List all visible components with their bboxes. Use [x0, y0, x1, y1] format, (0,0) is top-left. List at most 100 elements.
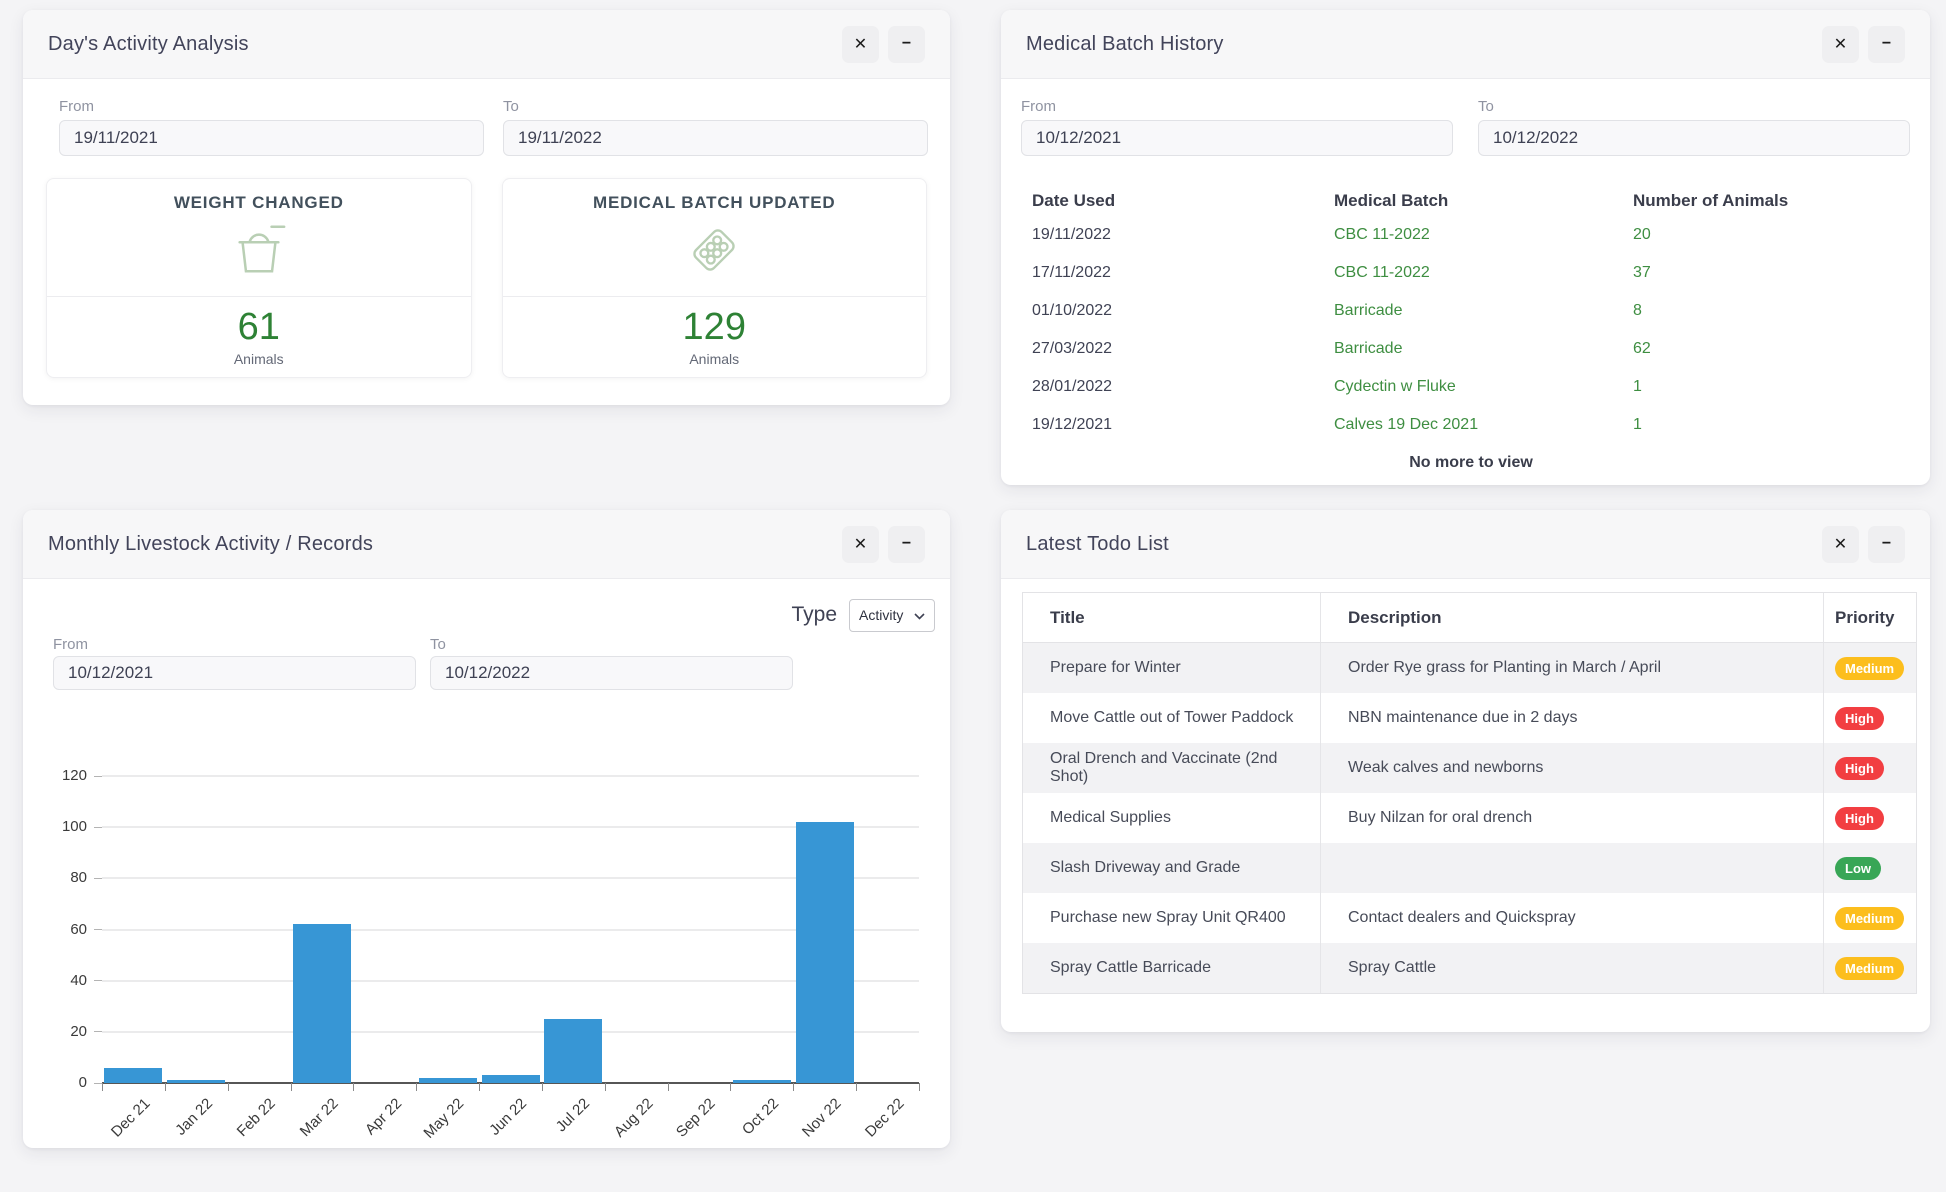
- y-axis-tick: [94, 776, 102, 777]
- panel-title: Monthly Livestock Activity / Records: [48, 533, 842, 556]
- minimize-button[interactable]: −: [1868, 26, 1905, 63]
- medical-batch-updated-count: 129: [683, 307, 746, 349]
- weight-scale-icon: [228, 221, 290, 284]
- batch-name-link[interactable]: CBC 11-2022: [1334, 226, 1633, 244]
- type-select-value: Activity: [859, 607, 903, 623]
- stat-unit-label: Animals: [689, 351, 739, 367]
- close-button[interactable]: ✕: [842, 26, 879, 63]
- todo-description-cell: Spray Cattle: [1321, 943, 1824, 993]
- close-icon: ✕: [1834, 534, 1847, 554]
- batch-history-table: Date Used Medical Batch Number of Animal…: [1021, 186, 1910, 472]
- todo-priority-cell: Medium: [1824, 943, 1916, 993]
- stat-card-title: WEIGHT CHANGED: [174, 193, 344, 213]
- panel-header: Day's Activity Analysis ✕ −: [23, 10, 950, 79]
- minimize-button[interactable]: −: [888, 26, 925, 63]
- to-label: To: [430, 636, 446, 653]
- todo-title-cell: Slash Driveway and Grade: [1023, 843, 1321, 893]
- y-axis-tick-label: 0: [23, 1074, 87, 1091]
- batch-name-link[interactable]: Barricade: [1334, 340, 1633, 358]
- close-icon: ✕: [854, 534, 867, 554]
- todo-description-cell: Contact dealers and Quickspray: [1321, 893, 1824, 943]
- from-label: From: [59, 98, 94, 115]
- close-button[interactable]: ✕: [1822, 26, 1859, 63]
- no-more-to-view-text: No more to view: [1032, 454, 1910, 472]
- todo-title-cell: Prepare for Winter: [1023, 643, 1321, 693]
- x-axis-tick: [228, 1083, 229, 1091]
- batch-name-link[interactable]: Calves 19 Dec 2021: [1334, 416, 1633, 434]
- from-date-input[interactable]: 10/12/2021: [1021, 120, 1453, 156]
- priority-badge: Medium: [1835, 957, 1904, 980]
- todo-row: Prepare for WinterOrder Rye grass for Pl…: [1023, 643, 1916, 693]
- x-axis-tick: [102, 1083, 103, 1091]
- batch-date-cell: 27/03/2022: [1032, 340, 1334, 358]
- weight-changed-card: WEIGHT CHANGED 61 Animals: [46, 178, 472, 378]
- from-date-input[interactable]: 19/11/2021: [59, 120, 484, 156]
- todo-title-cell: Oral Drench and Vaccinate (2nd Shot): [1023, 743, 1321, 793]
- chart-bar: [482, 1075, 540, 1083]
- chart-bar: [544, 1019, 602, 1083]
- minimize-button[interactable]: −: [1868, 526, 1905, 563]
- batch-name-link[interactable]: Cydectin w Fluke: [1334, 378, 1633, 396]
- batch-name-link[interactable]: Barricade: [1334, 302, 1633, 320]
- y-axis-tick-label: 40: [23, 972, 87, 989]
- x-axis-tick: [542, 1083, 543, 1091]
- batch-history-row: 17/11/2022CBC 11-202237: [1032, 254, 1910, 292]
- todo-priority-cell: Low: [1824, 843, 1916, 893]
- x-axis-tick: [291, 1083, 292, 1091]
- to-date-input[interactable]: 10/12/2022: [430, 656, 793, 690]
- batch-history-row: 19/12/2021Calves 19 Dec 20211: [1032, 406, 1910, 444]
- chart-bar: [293, 924, 351, 1083]
- y-axis-tick-label: 60: [23, 921, 87, 938]
- column-header-date-used: Date Used: [1032, 191, 1334, 211]
- days-activity-analysis-panel: Day's Activity Analysis ✕ − From To 19/1…: [23, 10, 950, 405]
- todo-title-cell: Medical Supplies: [1023, 793, 1321, 843]
- todo-description-cell: Buy Nilzan for oral drench: [1321, 793, 1824, 843]
- type-select[interactable]: Activity: [849, 599, 935, 632]
- batch-name-link[interactable]: CBC 11-2022: [1334, 264, 1633, 282]
- chart-bar: [167, 1080, 225, 1083]
- from-date-input[interactable]: 10/12/2021: [53, 656, 416, 690]
- weight-changed-count: 61: [238, 307, 280, 349]
- batch-date-cell: 17/11/2022: [1032, 264, 1334, 282]
- panel-title: Latest Todo List: [1026, 533, 1822, 556]
- todo-title-cell: Move Cattle out of Tower Paddock: [1023, 693, 1321, 743]
- batch-animals-cell: 62: [1633, 340, 1910, 358]
- batch-date-cell: 28/01/2022: [1032, 378, 1334, 396]
- todo-priority-cell: Medium: [1824, 893, 1916, 943]
- to-date-input[interactable]: 19/11/2022: [503, 120, 928, 156]
- priority-badge: Low: [1835, 857, 1881, 880]
- batch-date-cell: 19/12/2021: [1032, 416, 1334, 434]
- todo-row: Purchase new Spray Unit QR400Contact dea…: [1023, 893, 1916, 943]
- y-axis-tick: [94, 980, 102, 981]
- to-date-input[interactable]: 10/12/2022: [1478, 120, 1910, 156]
- priority-badge: Medium: [1835, 657, 1904, 680]
- y-axis-tick-label: 20: [23, 1023, 87, 1040]
- chevron-down-icon: [914, 607, 925, 623]
- monthly-activity-bar-chart: 020406080100120Dec 21Jan 22Feb 22Mar 22A…: [102, 776, 919, 1083]
- x-axis-tick: [668, 1083, 669, 1091]
- todo-description-cell: NBN maintenance due in 2 days: [1321, 693, 1824, 743]
- priority-badge: High: [1835, 807, 1884, 830]
- batch-animals-cell: 1: [1633, 416, 1910, 434]
- column-header-medical-batch: Medical Batch: [1334, 191, 1633, 211]
- stat-card-title: MEDICAL BATCH UPDATED: [593, 193, 836, 213]
- column-header-description: Description: [1321, 593, 1824, 642]
- x-axis-tick: [730, 1083, 731, 1091]
- x-axis-tick: [856, 1083, 857, 1091]
- todo-row: Move Cattle out of Tower PaddockNBN main…: [1023, 693, 1916, 743]
- y-axis-tick-label: 120: [23, 767, 87, 784]
- batch-animals-cell: 8: [1633, 302, 1910, 320]
- todo-description-cell: Weak calves and newborns: [1321, 743, 1824, 793]
- close-button[interactable]: ✕: [1822, 526, 1859, 563]
- minimize-icon: −: [1882, 535, 1891, 553]
- x-axis-tick: [479, 1083, 480, 1091]
- minimize-button[interactable]: −: [888, 526, 925, 563]
- todo-priority-cell: Medium: [1824, 643, 1916, 693]
- minimize-icon: −: [1882, 35, 1891, 53]
- close-button[interactable]: ✕: [842, 526, 879, 563]
- panel-title: Medical Batch History: [1026, 33, 1822, 56]
- todo-priority-cell: High: [1824, 693, 1916, 743]
- from-label: From: [1021, 98, 1056, 115]
- x-axis-tick: [165, 1083, 166, 1091]
- batch-animals-cell: 20: [1633, 226, 1910, 244]
